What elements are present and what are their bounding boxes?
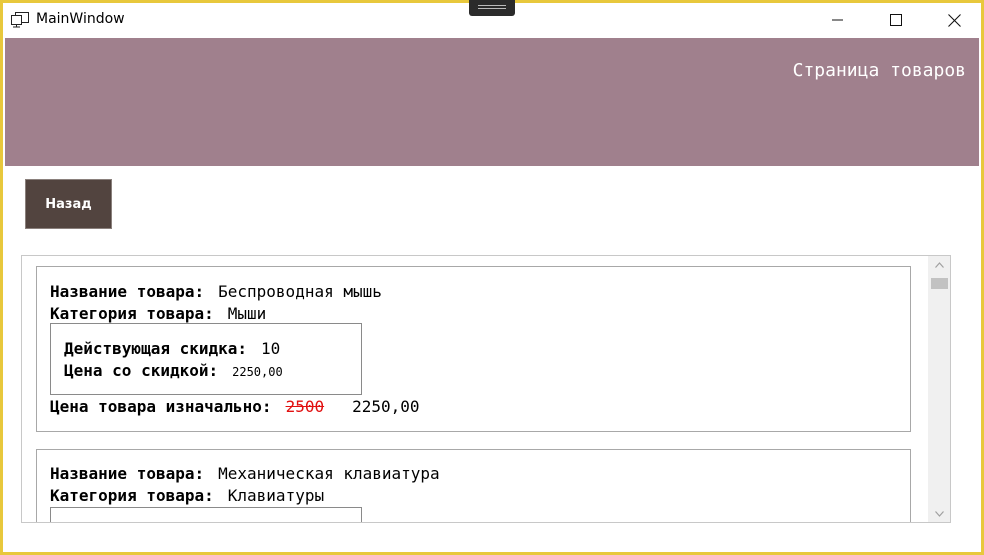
chevron-up-icon [934, 261, 944, 268]
discount-box: Действующая скидка: 10 Цена со скидкой: 22… [50, 323, 362, 395]
product-list[interactable]: Название товара: Беспроводная мышь Катего… [21, 255, 951, 523]
minimize-button[interactable] [809, 3, 867, 37]
product-category-value: Клавиатуры [227, 486, 325, 505]
product-name-value: Беспроводная мышь [218, 282, 382, 301]
product-card[interactable]: Название товара: Беспроводная мышь Катего… [36, 266, 911, 432]
original-price-row: Цена товара изначально: 2500 2250,00 [50, 397, 420, 416]
scroll-thumb[interactable] [931, 278, 948, 289]
final-price-value: 2250,00 [352, 397, 420, 416]
product-name-value: Механическая клавиатура [218, 464, 440, 483]
discount-row: Действующая скидка: 10 [64, 339, 280, 358]
title-bar[interactable]: MainWindow [3, 0, 983, 37]
product-name-row: Название товара: Беспроводная мышь [50, 282, 382, 301]
close-button[interactable] [925, 3, 983, 37]
maximize-icon [890, 14, 902, 26]
discount-price-value: 2250,00 [232, 365, 283, 379]
discount-value: 10 [261, 339, 281, 358]
page-header: Страница товаров [5, 38, 979, 166]
product-category-row: Категория товара: Мыши [50, 304, 266, 323]
discount-box [50, 507, 362, 522]
minimize-icon [832, 19, 843, 21]
product-name-row: Название товара: Механическая клавиатура [50, 464, 440, 483]
product-category-label: Категория товара: [50, 304, 214, 323]
product-card[interactable]: Название товара: Механическая клавиатура … [36, 449, 911, 522]
window-title: MainWindow [36, 11, 125, 27]
product-name-label: Название товара: [50, 464, 205, 483]
scroll-up-button[interactable] [928, 256, 950, 273]
vertical-scrollbar[interactable] [928, 256, 950, 522]
discount-price-row: Цена со скидкой: 2250,00 [64, 361, 283, 380]
original-price-value: 2500 [285, 397, 325, 416]
product-list-viewport: Название товара: Беспроводная мышь Катего… [22, 256, 926, 522]
page-title: Страница товаров [792, 60, 966, 81]
scroll-down-button[interactable] [928, 505, 950, 522]
app-window-icon [11, 12, 29, 28]
chevron-down-icon [934, 510, 944, 517]
close-icon [947, 13, 961, 27]
product-category-value: Мыши [227, 304, 267, 323]
discount-price-label: Цена со скидкой: [64, 361, 219, 380]
product-category-label: Категория товара: [50, 486, 214, 505]
main-window: MainWindow Страница товаров Назад Назван… [0, 0, 984, 555]
drag-grip-handle[interactable] [469, 0, 515, 16]
original-price-label: Цена товара изначально: [50, 397, 272, 416]
product-name-label: Название товара: [50, 282, 205, 301]
discount-label: Действующая скидка: [64, 339, 248, 358]
maximize-button[interactable] [867, 3, 925, 37]
back-button[interactable]: Назад [25, 179, 112, 229]
product-category-row: Категория товара: Клавиатуры [50, 486, 324, 505]
